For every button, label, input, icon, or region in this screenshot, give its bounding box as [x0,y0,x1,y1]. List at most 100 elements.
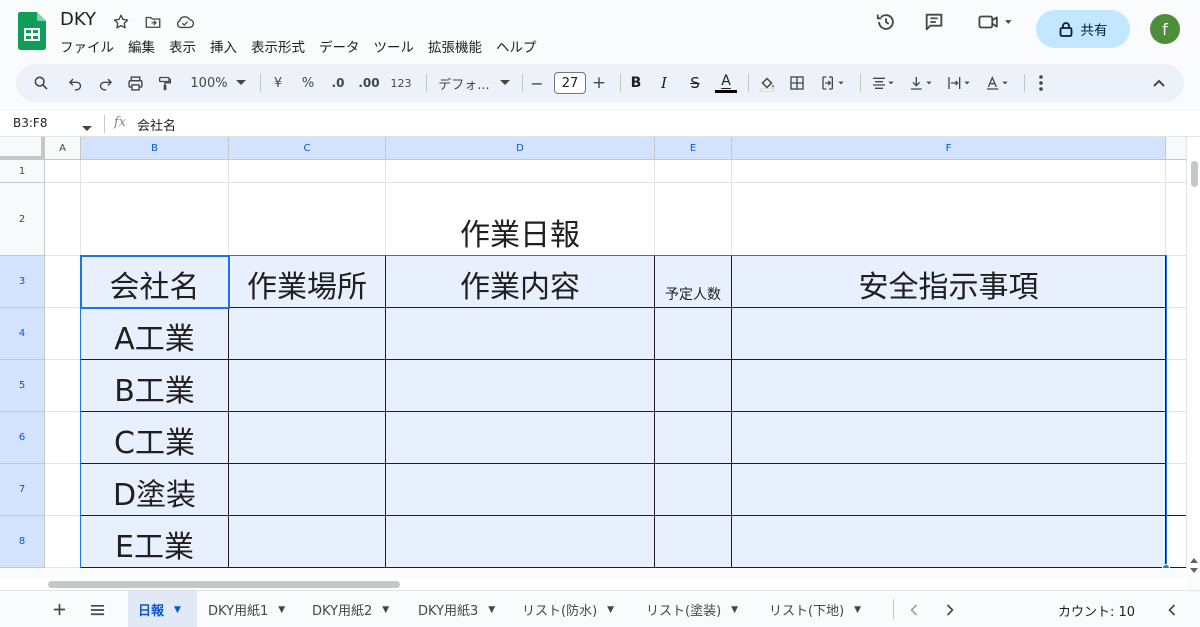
cell-company-c[interactable]: C工業 [81,412,229,464]
cell-c6[interactable] [229,412,386,464]
cell-company-e[interactable]: E工業 [81,516,229,568]
horizontal-scroll-thumb[interactable] [48,581,400,588]
cell-e2[interactable] [655,183,732,256]
tab-dropdown-icon[interactable]: ▼ [607,605,614,615]
more-options-icon[interactable] [1032,64,1050,102]
row-header-5[interactable]: 5 [0,360,45,412]
column-header-d[interactable]: D [386,137,655,160]
cell-a2[interactable] [45,183,81,256]
header-company-name[interactable]: 会社名 [81,256,229,308]
paint-format-icon[interactable] [154,64,176,102]
history-icon[interactable] [868,4,904,40]
row-header-4[interactable]: 4 [0,308,45,360]
cell-g5[interactable] [1166,360,1186,412]
sheet-tab-list-waterproof[interactable]: リスト(防水) ▼ [512,591,624,627]
column-header-b[interactable]: B [81,137,229,160]
cell-g3[interactable] [1166,256,1186,308]
menu-file[interactable]: ファイル [60,36,121,56]
cell-c8[interactable] [229,516,386,568]
cell-a7[interactable] [45,464,81,516]
zoom-dropdown-icon[interactable] [234,64,248,102]
cell-e4[interactable] [655,308,732,360]
increase-font-size-button[interactable]: + [590,64,608,102]
menu-help[interactable]: ヘルプ [496,36,544,56]
name-box[interactable]: B3:F8 [13,116,47,130]
row-header-3[interactable]: 3 [0,256,45,308]
menu-tools[interactable]: ツール [374,36,422,56]
percent-format-button[interactable]: % [300,64,316,102]
cell-d1[interactable] [386,160,655,183]
cell-c1[interactable] [229,160,386,183]
cell-c2[interactable] [229,183,386,256]
cell-c7[interactable] [229,464,386,516]
cell-company-d[interactable]: D塗装 [81,464,229,516]
zoom-select[interactable]: 100% [188,64,230,102]
scroll-tabs-right-icon[interactable] [940,591,960,627]
more-formats-button[interactable]: 123 [388,64,414,102]
menu-view[interactable]: 表示 [169,36,203,56]
meet-video-icon[interactable] [972,4,1018,40]
menu-insert[interactable]: 挿入 [210,36,244,56]
borders-icon[interactable] [786,64,808,102]
cell-d7[interactable] [386,464,655,516]
column-header-g[interactable] [1166,137,1186,160]
sheet-tab-daily-report[interactable]: 日報 ▼ [128,591,197,627]
selection-count[interactable]: カウント: 10 [1058,601,1135,620]
font-dropdown-icon[interactable] [498,64,512,102]
select-all-corner[interactable] [0,137,45,160]
cell-g6[interactable] [1166,412,1186,464]
row-header-8[interactable]: 8 [0,516,45,568]
column-header-c[interactable]: C [229,137,386,160]
cell-b1[interactable] [81,160,229,183]
cell-company-a[interactable]: A工業 [81,308,229,360]
share-button[interactable]: 共有 [1036,10,1130,48]
row-header-2[interactable]: 2 [0,183,45,256]
font-family-select[interactable]: デフォ... [434,64,494,102]
strikethrough-button[interactable]: S [686,64,704,102]
sheet-tab-list-painting[interactable]: リスト(塗装) ▼ [636,591,748,627]
fill-handle[interactable] [1162,564,1170,568]
sheets-logo-icon[interactable] [18,12,46,50]
italic-button[interactable]: I [656,64,672,102]
row-header-7[interactable]: 7 [0,464,45,516]
increase-decimal-button[interactable]: .00 [356,64,382,102]
cell-g7[interactable] [1166,464,1186,516]
redo-icon[interactable] [94,64,116,102]
menu-extensions[interactable]: 拡張機能 [428,36,489,56]
tab-dropdown-icon[interactable]: ▼ [174,605,181,615]
sheet-tab-dky2[interactable]: DKY用紙2 ▼ [302,591,399,627]
add-sheet-icon[interactable] [48,591,70,627]
tab-dropdown-icon[interactable]: ▼ [731,605,738,615]
comments-icon[interactable] [916,4,952,40]
vertical-scroll-thumb[interactable] [1191,161,1198,187]
cell-a3[interactable] [45,256,81,308]
formula-input[interactable]: 会社名 [137,115,176,134]
cloud-saved-icon[interactable] [174,11,196,33]
header-work-content[interactable]: 作業内容 [386,256,655,308]
cell-e6[interactable] [655,412,732,464]
text-color-button[interactable]: A [714,64,738,102]
decrease-font-size-button[interactable]: − [528,64,546,102]
cell-d2-report-title[interactable]: 作業日報 [386,183,655,256]
cell-e5[interactable] [655,360,732,412]
cell-b2[interactable] [81,183,229,256]
document-title[interactable]: DKY [60,9,96,30]
cell-f1[interactable] [732,160,1166,183]
side-panel-toggle-icon[interactable] [1162,591,1182,627]
cell-d8[interactable] [386,516,655,568]
menu-data[interactable]: データ [319,36,367,56]
all-sheets-menu-icon[interactable] [86,591,108,627]
collapse-toolbar-icon[interactable] [1148,64,1170,102]
print-icon[interactable] [124,64,146,102]
cell-company-b[interactable]: B工業 [81,360,229,412]
cell-a6[interactable] [45,412,81,464]
header-work-location[interactable]: 作業場所 [229,256,386,308]
move-folder-icon[interactable] [142,11,164,33]
cell-f4[interactable] [732,308,1166,360]
search-menus-icon[interactable] [30,64,52,102]
avatar[interactable]: f [1150,14,1180,44]
cell-a1[interactable] [45,160,81,183]
tab-dropdown-icon[interactable]: ▼ [382,605,389,615]
column-header-a[interactable]: A [45,137,81,160]
tab-dropdown-icon[interactable]: ▼ [854,605,861,615]
